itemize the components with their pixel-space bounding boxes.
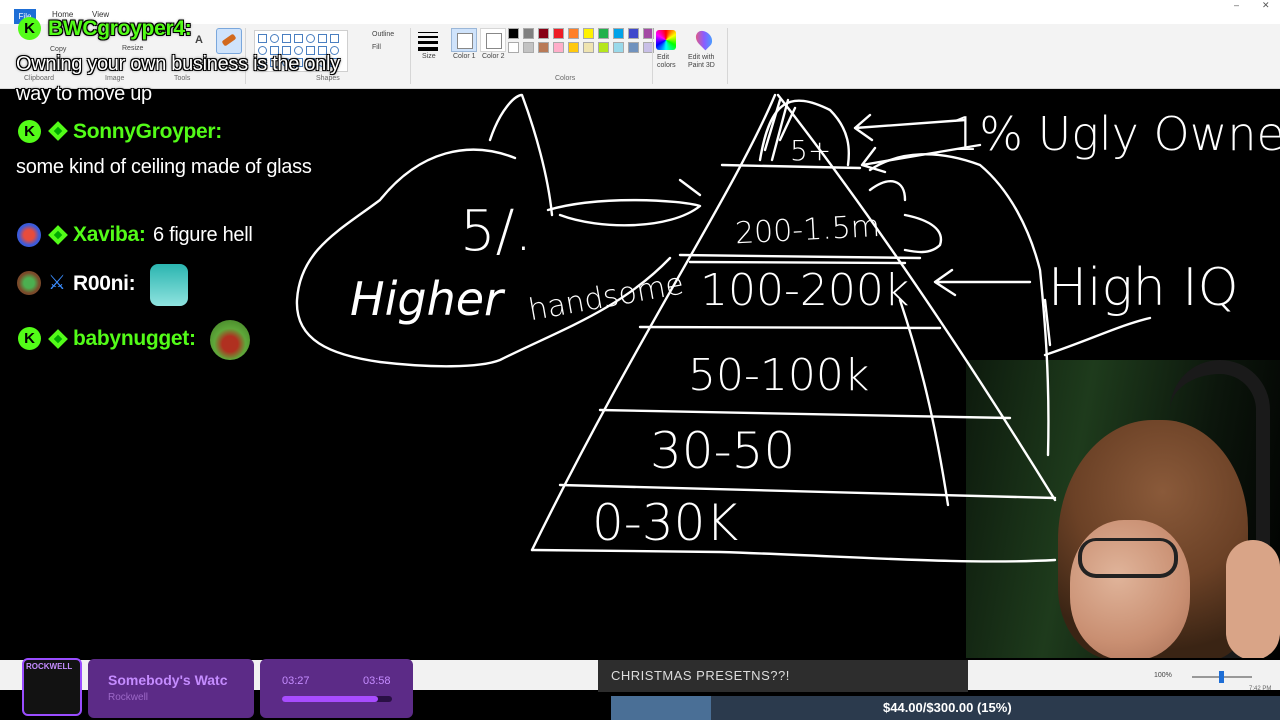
left-link [546,198,702,227]
chat-username: BWCgroyper4: [48,17,192,40]
color-swatch[interactable] [553,28,564,39]
level-label: 100-200k [700,265,909,316]
chat-message: some kind of ceiling made of glass [16,156,312,178]
chat-username: babynugget: [73,327,196,350]
color-swatch[interactable] [553,42,564,53]
right-label: 1% Ugly Owner equity [950,107,1280,161]
left-horn [488,93,554,217]
ticker-bar: CHRISTMAS PRESETNS??! [598,660,968,692]
logo-text: ROCKWELL [26,662,73,671]
color1-label: Color 1 [453,53,476,60]
right-bracket [903,213,943,254]
left-label: handsome [526,267,687,329]
logo-card: ROCKWELL [22,658,82,716]
colors-group-label: Colors [555,75,576,82]
subscriber-badge-icon [48,121,68,141]
edit-colors-icon[interactable] [656,30,676,50]
chat-username: SonnyGroyper: [73,120,222,143]
divider [652,28,653,84]
level-divider [638,325,942,330]
chat-message: 6 figure hell [153,224,253,246]
level-label: 50-100k [688,350,869,401]
pepe-scream-emote-icon [210,320,250,360]
sword-badge-icon: ⚔ [48,272,66,294]
color-swatch[interactable] [583,28,594,39]
donation-goal-bar: $44.00/$300.00 (15%) [611,696,1280,720]
kick-badge-icon: K [18,327,41,350]
kick-badge-icon: K [18,120,41,143]
close-icon[interactable]: ✕ [1262,0,1270,11]
color-swatch[interactable] [523,42,534,53]
song-progress-fill [282,696,378,702]
left-label: 5/. [460,199,532,264]
color-swatch[interactable] [523,28,534,39]
song-title: Somebody's Watc [108,672,228,688]
level-divider [598,408,1012,420]
right-hook [868,180,907,202]
color-swatch[interactable] [568,28,579,39]
arrow-mid [933,268,1032,297]
color-swatch[interactable] [508,42,519,53]
color-swatch[interactable] [508,28,519,39]
outline-dropdown[interactable]: Outline [372,31,394,38]
zoom-level: 100% [1154,672,1172,679]
level-label: 5+ [790,134,831,167]
divider [727,28,728,84]
kick-badge-icon: K [18,17,41,40]
color-swatch[interactable] [538,42,549,53]
total-time: 03:58 [363,675,391,687]
clock: 7:42 PM [1249,686,1272,692]
zoom-thumb[interactable] [1219,671,1224,683]
color1-button[interactable] [451,28,477,52]
color-swatch[interactable] [613,28,624,39]
playback-card: 03:27 03:58 [260,659,413,718]
left-arrow-tick [678,178,702,197]
edit-colors-label: Edit colors [657,54,676,69]
paint3d-label: Edit with Paint 3D [688,54,715,69]
level-label: 30-50 [650,422,795,480]
color-swatch[interactable] [583,42,594,53]
color-swatch[interactable] [628,28,639,39]
pyramid-inner-line [898,298,950,507]
paint3d-icon[interactable] [692,27,716,51]
arrow-top [853,113,967,142]
donation-goal-label: $44.00/$300.00 (15%) [883,700,1012,715]
left-label: Higher [350,272,506,326]
subscriber-badge-icon [48,329,68,349]
ticker-text: CHRISTMAS PRESETNS??! [611,668,790,683]
song-progress-bar[interactable] [282,696,392,702]
divider [410,28,411,84]
miku-emote-icon [150,264,188,306]
level-label: 0-30K [592,494,738,552]
color-swatch[interactable] [538,28,549,39]
pepe-avatar-icon [17,271,41,295]
color-swatch[interactable] [568,42,579,53]
size-icon[interactable] [418,32,438,51]
level-label: 200-1.5m [734,209,881,252]
color-swatch[interactable] [598,28,609,39]
now-playing-card: Somebody's Watc Rockwell [88,659,254,718]
user-avatar-icon [17,223,41,247]
donation-goal-fill [611,696,712,720]
fill-dropdown[interactable]: Fill [372,44,381,51]
color2-button[interactable] [480,28,506,52]
level-divider [678,253,922,265]
right-label: High IQ [1048,258,1239,318]
minimize-icon[interactable]: – [1234,0,1239,10]
color-swatch[interactable] [598,42,609,53]
shape-option[interactable] [330,34,339,43]
current-time: 03:27 [282,675,310,687]
iq-bracket [1043,316,1152,357]
color-swatch[interactable] [628,42,639,53]
chat-username: Xaviba: [73,223,146,246]
size-label: Size [422,53,436,60]
chat-username: R00ni: [73,272,136,295]
pyramid-left-edge [530,93,777,552]
color2-label: Color 2 [482,53,505,60]
chat-message: Owning your own business is the only way… [16,53,340,105]
color-swatch[interactable] [613,42,624,53]
song-artist: Rockwell [108,692,149,703]
subscriber-badge-icon [48,225,68,245]
chat-overlay: K BWCgroyper4: Owning your own business … [0,0,340,380]
